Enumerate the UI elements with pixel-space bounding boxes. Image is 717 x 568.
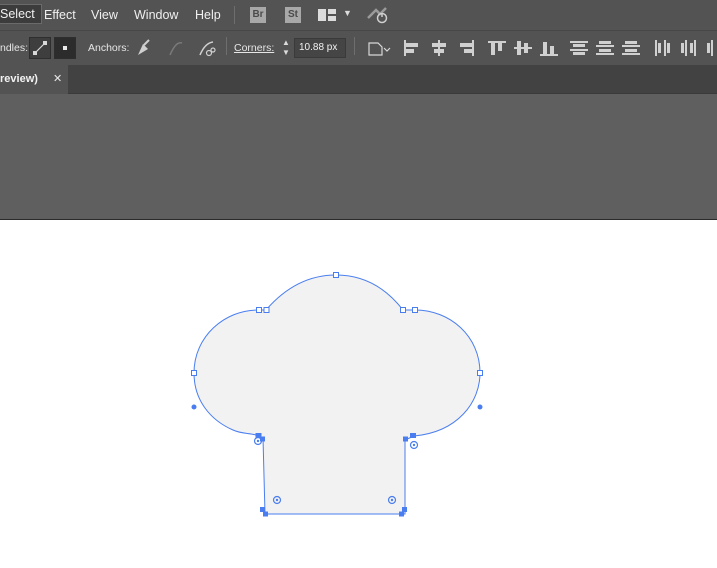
corners-label[interactable]: Corners:	[234, 42, 274, 54]
chef-hat-shape[interactable]	[0, 220, 717, 568]
corners-stepper[interactable]: ▲ ▼	[280, 38, 292, 58]
chevron-down-icon[interactable]: ▼	[280, 48, 292, 58]
align-vertical-center-icon[interactable]	[514, 40, 532, 56]
connect-path-icon	[169, 42, 183, 56]
menu-window[interactable]: Window	[134, 5, 178, 25]
align-bottom-icon[interactable]	[540, 40, 558, 56]
control-separator	[226, 37, 227, 55]
handles-label: ndles:	[0, 42, 29, 54]
gpu-performance-icon[interactable]	[366, 6, 390, 24]
menu-effect[interactable]: Effect	[44, 5, 76, 25]
menu-bar: Select Effect View Window Help Br St ▼	[0, 0, 717, 30]
document-tab-title: review)	[0, 73, 38, 85]
menu-select[interactable]: Select	[0, 4, 42, 24]
convert-to-smooth-icon[interactable]	[29, 37, 51, 59]
artboard-canvas[interactable]	[0, 220, 717, 568]
stock-button[interactable]: St	[285, 7, 301, 23]
anchors-label: Anchors:	[88, 42, 130, 54]
document-tab-bar: review) ✕	[0, 65, 717, 94]
control-separator	[354, 37, 355, 55]
align-right-icon[interactable]	[457, 40, 475, 56]
distribute-left-icon[interactable]	[654, 40, 672, 56]
distribute-right-icon[interactable]	[706, 40, 717, 56]
menu-separator	[234, 6, 235, 24]
workspace-switcher-icon[interactable]	[318, 9, 336, 21]
document-tab[interactable]: review) ✕	[0, 65, 68, 94]
pen-icon[interactable]	[134, 39, 154, 59]
close-icon[interactable]: ✕	[53, 65, 62, 94]
distribute-vertical-center-icon[interactable]	[596, 40, 614, 56]
bridge-button[interactable]: Br	[250, 7, 266, 23]
control-bar: ndles: Anchors: Corners: ▲ ▼ 10.88 px	[0, 30, 717, 65]
cut-path-icon[interactable]	[197, 39, 217, 59]
convert-to-corner-icon[interactable]	[54, 37, 76, 59]
chevron-down-icon[interactable]: ▼	[343, 8, 352, 18]
align-left-icon[interactable]	[403, 40, 421, 56]
align-horizontal-center-icon[interactable]	[430, 40, 448, 56]
chevron-up-icon[interactable]: ▲	[280, 38, 292, 48]
distribute-top-icon[interactable]	[570, 40, 588, 56]
align-top-icon[interactable]	[488, 40, 506, 56]
corners-input[interactable]: 10.88 px	[294, 38, 346, 58]
menu-view[interactable]: View	[91, 5, 118, 25]
shape-options-icon[interactable]	[366, 39, 392, 59]
distribute-horizontal-center-icon[interactable]	[680, 40, 698, 56]
pasteboard[interactable]	[0, 94, 717, 219]
distribute-bottom-icon[interactable]	[622, 40, 640, 56]
menu-help[interactable]: Help	[195, 5, 221, 25]
